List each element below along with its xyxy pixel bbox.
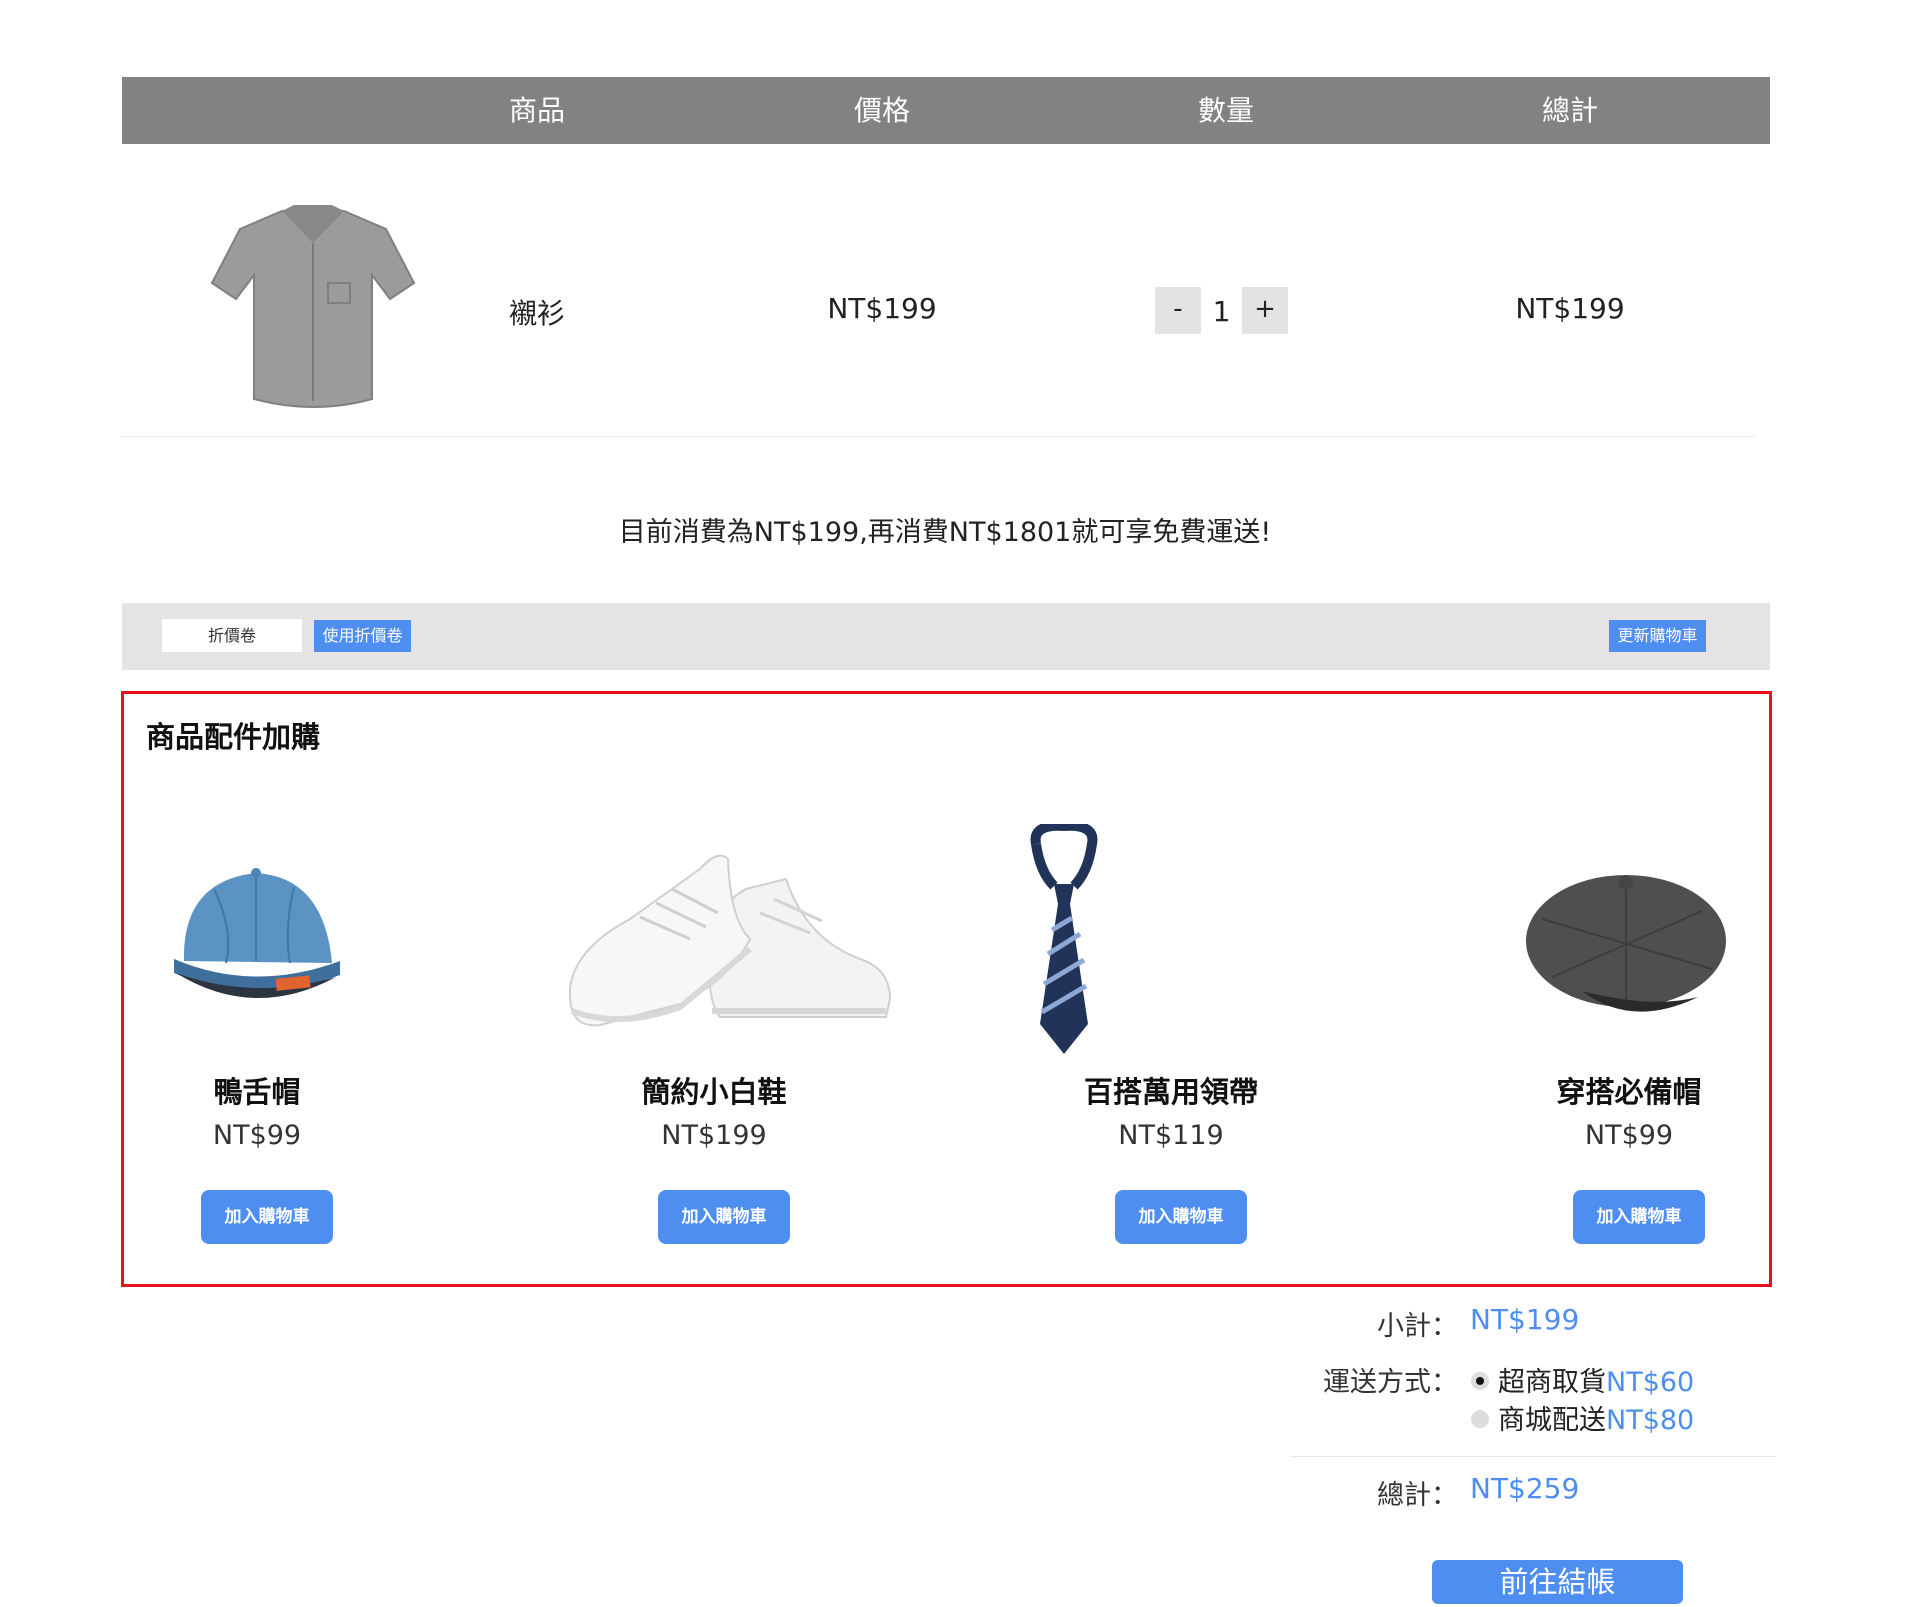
subtotal-value: NT$199 bbox=[1470, 1303, 1580, 1336]
coupon-input[interactable] bbox=[162, 619, 302, 652]
cart-item-name[interactable]: 襯衫 bbox=[407, 292, 667, 332]
addon-name-sneakers: 簡約小白鞋 bbox=[641, 1075, 787, 1109]
row-divider bbox=[122, 436, 1757, 437]
striped-tie-image bbox=[1030, 824, 1098, 1054]
subtotal-label: 小計： bbox=[1377, 1311, 1458, 1342]
qty-increment-button[interactable]: + bbox=[1242, 287, 1288, 334]
baseball-cap-image bbox=[174, 868, 340, 999]
shipping-option-price: NT$80 bbox=[1606, 1405, 1695, 1436]
cart-item-price: NT$199 bbox=[827, 292, 937, 325]
header-total: 總計 bbox=[1541, 94, 1598, 127]
total-label: 總計： bbox=[1377, 1480, 1458, 1511]
summary-divider bbox=[1290, 1456, 1776, 1457]
qty-decrement-button[interactable]: - bbox=[1155, 287, 1201, 334]
addon-name-tie: 百搭萬用領帶 bbox=[1083, 1075, 1258, 1109]
addon-section: 商品配件加購 鴨舌帽 簡約小白鞋 百搭萬用領帶 穿搭必備帽 NT$99 NT$1… bbox=[121, 691, 1772, 1287]
add-to-cart-button[interactable]: 加入購物車 bbox=[1115, 1190, 1247, 1244]
qty-value[interactable]: 1 bbox=[1201, 287, 1242, 334]
cart-header: 商品 價格 數量 總計 bbox=[122, 77, 1770, 144]
header-quantity: 數量 bbox=[1197, 94, 1254, 127]
shipping-radio-convenience-store[interactable] bbox=[1471, 1372, 1489, 1390]
use-coupon-button[interactable]: 使用折價卷 bbox=[314, 620, 411, 652]
shipping-option-convenience-store[interactable]: 超商取貨NT$60 bbox=[1498, 1360, 1694, 1399]
header-product: 商品 bbox=[508, 94, 565, 127]
quantity-stepper[interactable]: - 1 + bbox=[1155, 287, 1288, 334]
addon-price-cap: NT$99 bbox=[212, 1120, 302, 1151]
add-to-cart-button[interactable]: 加入購物車 bbox=[658, 1190, 790, 1244]
add-to-cart-button[interactable]: 加入購物車 bbox=[1573, 1190, 1705, 1244]
shirt-image bbox=[210, 205, 416, 408]
cart-item-total: NT$199 bbox=[1515, 292, 1625, 325]
shipping-option-home-delivery[interactable]: 商城配送NT$80 bbox=[1498, 1398, 1694, 1437]
shipping-label: 運送方式： bbox=[1323, 1367, 1458, 1398]
header-price: 價格 bbox=[853, 94, 910, 127]
white-sneakers-image bbox=[568, 854, 892, 1027]
addon-price-sneakers: NT$199 bbox=[661, 1120, 767, 1151]
checkout-button[interactable]: 前往結帳 bbox=[1432, 1560, 1683, 1604]
add-to-cart-button[interactable]: 加入購物車 bbox=[201, 1190, 333, 1244]
newsboy-cap-image bbox=[1526, 875, 1726, 1012]
shipping-radio-home-delivery[interactable] bbox=[1471, 1410, 1489, 1428]
addon-title: 商品配件加購 bbox=[146, 720, 321, 754]
shipping-option-label: 商城配送 bbox=[1498, 1405, 1606, 1436]
total-value: NT$259 bbox=[1470, 1472, 1580, 1505]
shipping-option-label: 超商取貨 bbox=[1498, 1367, 1606, 1398]
free-shipping-notice: 目前消費為NT$199,再消費NT$1801就可享免費運送! bbox=[618, 517, 1272, 548]
addon-price-hat: NT$99 bbox=[1584, 1120, 1674, 1151]
addon-name-cap: 鴨舌帽 bbox=[213, 1075, 301, 1109]
shipping-option-price: NT$60 bbox=[1606, 1367, 1695, 1398]
addon-name-hat: 穿搭必備帽 bbox=[1556, 1075, 1702, 1109]
update-cart-button[interactable]: 更新購物車 bbox=[1609, 620, 1706, 652]
addon-price-tie: NT$119 bbox=[1118, 1120, 1224, 1151]
coupon-bar: 使用折價卷 更新購物車 bbox=[122, 603, 1770, 670]
